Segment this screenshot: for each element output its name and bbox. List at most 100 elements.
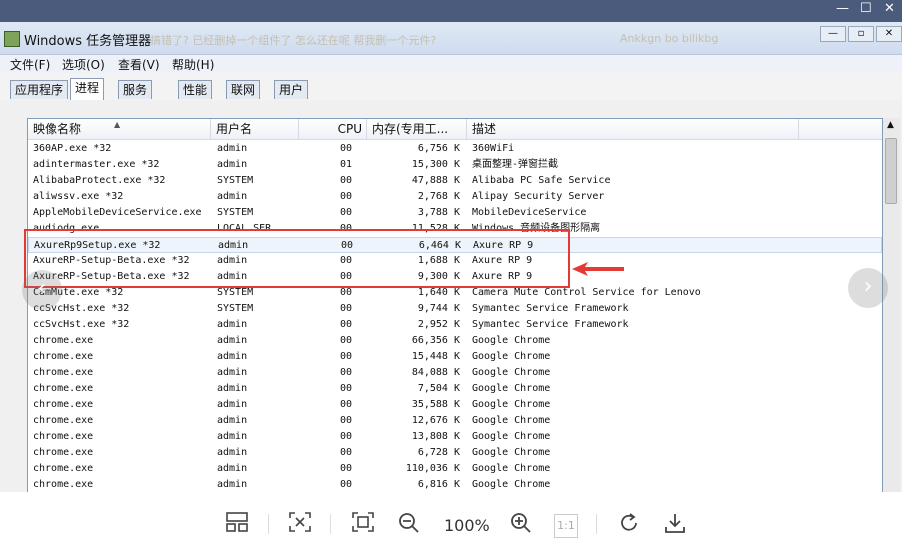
process-cpu: 00 bbox=[339, 415, 352, 426]
process-image-name: chrome.exe bbox=[33, 399, 94, 410]
toolbar-divider bbox=[330, 514, 331, 534]
thumbnails-icon[interactable] bbox=[224, 512, 250, 538]
close-button[interactable]: ✕ bbox=[876, 26, 902, 42]
maximize-button[interactable]: ▫ bbox=[848, 26, 874, 42]
process-user-name: admin bbox=[217, 159, 248, 170]
menu-options[interactable]: 选项(O) bbox=[62, 56, 105, 73]
process-user-name: admin bbox=[217, 351, 248, 362]
tab-processes[interactable]: 进程 bbox=[70, 78, 105, 100]
process-cpu: 00 bbox=[339, 479, 352, 490]
list-header: 映像名称 ▲ 用户名 CPU 内存(专用工... 描述 bbox=[28, 119, 882, 140]
process-row[interactable]: chrome.exe admin 00 7,504 K Google Chrome bbox=[28, 381, 882, 397]
minimize-button[interactable]: — bbox=[820, 26, 846, 42]
col-image-name[interactable]: 映像名称 ▲ bbox=[28, 119, 211, 139]
sort-ascending-icon: ▲ bbox=[114, 120, 121, 129]
col-cpu[interactable]: CPU bbox=[299, 119, 367, 139]
col-memory[interactable]: 内存(专用工... bbox=[367, 119, 467, 139]
process-cpu: 00 bbox=[339, 463, 352, 474]
overlay-notice-right: Ankkgn bo bilikbg bbox=[620, 32, 719, 45]
tab-applications[interactable]: 应用程序 bbox=[10, 80, 69, 99]
scroll-up-icon[interactable]: ▲ bbox=[887, 120, 894, 130]
process-row[interactable]: aliwssv.exe *32 admin 00 2,768 K Alipay Secu… bbox=[28, 189, 882, 205]
process-description: Google Chrome bbox=[472, 399, 551, 410]
process-user-name: admin bbox=[217, 431, 248, 442]
left-arrow-icon bbox=[572, 262, 624, 276]
process-cpu: 00 bbox=[339, 351, 352, 362]
process-memory: 66,356 K bbox=[411, 335, 460, 346]
process-row[interactable]: chrome.exe admin 00 12,676 K Google Chrome bbox=[28, 413, 882, 429]
menu-help[interactable]: 帮助(H) bbox=[172, 56, 214, 73]
process-cpu: 00 bbox=[339, 447, 352, 458]
process-row[interactable]: chrome.exe admin 00 66,356 K Google Chrome bbox=[28, 333, 882, 349]
process-row[interactable]: ccSvcHst.exe *32 admin 00 2,952 K Symantec S… bbox=[28, 317, 882, 333]
tab-services[interactable]: 服务 bbox=[118, 80, 153, 99]
actual-size-button[interactable]: 1:1 bbox=[554, 514, 578, 538]
fullscreen-icon[interactable] bbox=[350, 512, 376, 538]
process-row[interactable]: chrome.exe admin 00 6,728 K Google Chrome bbox=[28, 445, 882, 461]
process-row[interactable]: AlibabaProtect.exe *32 SYSTEM 00 47,888 K Al… bbox=[28, 173, 882, 189]
process-row[interactable]: chrome.exe admin 00 15,448 K Google Chrome bbox=[28, 349, 882, 365]
zoom-in-icon[interactable] bbox=[508, 512, 534, 538]
col-user-name[interactable]: 用户名 bbox=[211, 119, 299, 139]
process-row[interactable]: chrome.exe admin 00 35,588 K Google Chrome bbox=[28, 397, 882, 413]
vertical-scrollbar[interactable]: ▲ bbox=[883, 118, 900, 492]
process-user-name: SYSTEM bbox=[217, 207, 254, 218]
process-description: Google Chrome bbox=[472, 335, 551, 346]
toolbar-divider bbox=[596, 514, 597, 534]
maximize-viewer-icon[interactable]: ☐ bbox=[860, 0, 872, 18]
process-memory: 15,300 K bbox=[411, 159, 460, 170]
tab-users[interactable]: 用户 bbox=[274, 80, 309, 99]
close-viewer-icon[interactable]: ✕ bbox=[884, 0, 895, 18]
process-memory: 47,888 K bbox=[411, 175, 460, 186]
col-description[interactable]: 描述 bbox=[467, 119, 799, 139]
process-memory: 2,952 K bbox=[417, 319, 460, 330]
process-description: Google Chrome bbox=[472, 447, 551, 458]
scrollbar-thumb[interactable] bbox=[885, 138, 897, 204]
process-memory: 6,816 K bbox=[417, 479, 460, 490]
process-row[interactable]: chrome.exe admin 00 110,036 K Google Chrome bbox=[28, 461, 882, 477]
zoom-out-icon[interactable] bbox=[396, 512, 422, 538]
process-image-name: 360AP.exe *32 bbox=[33, 143, 112, 154]
process-list[interactable]: 映像名称 ▲ 用户名 CPU 内存(专用工... 描述 360AP.exe *32… bbox=[27, 118, 883, 494]
process-memory: 3,788 K bbox=[417, 207, 460, 218]
process-cpu: 00 bbox=[339, 319, 352, 330]
process-image-name: chrome.exe bbox=[33, 447, 94, 458]
process-image-name: aliwssv.exe *32 bbox=[33, 191, 124, 202]
process-image-name: chrome.exe bbox=[33, 367, 94, 378]
process-row[interactable]: AppleMobileDeviceService.exe SYSTEM 00 3,78… bbox=[28, 205, 882, 221]
process-row[interactable]: chrome.exe admin 00 6,816 K Google Chrome bbox=[28, 477, 882, 493]
process-user-name: admin bbox=[217, 415, 248, 426]
process-memory: 110,036 K bbox=[405, 463, 460, 474]
process-image-name: chrome.exe bbox=[33, 335, 94, 346]
process-row[interactable]: chrome.exe admin 00 84,088 K Google Chrome bbox=[28, 365, 882, 381]
process-image-name: ccSvcHst.exe *32 bbox=[33, 319, 130, 330]
process-memory: 13,808 K bbox=[411, 431, 460, 442]
process-user-name: admin bbox=[217, 383, 248, 394]
fit-window-icon[interactable] bbox=[287, 512, 313, 538]
process-user-name: SYSTEM bbox=[217, 175, 254, 186]
process-image-name: chrome.exe bbox=[33, 431, 94, 442]
tab-networking[interactable]: 联网 bbox=[226, 80, 261, 99]
process-description: Alipay Security Server bbox=[472, 191, 605, 202]
process-row[interactable]: 360AP.exe *32 admin 00 6,756 K 360WiFi bbox=[28, 141, 882, 157]
menu-view[interactable]: 查看(V) bbox=[118, 56, 160, 73]
process-description: Google Chrome bbox=[472, 479, 551, 490]
process-user-name: admin bbox=[217, 143, 248, 154]
tab-performance[interactable]: 性能 bbox=[178, 80, 213, 99]
process-row[interactable]: ccSvcHst.exe *32 SYSTEM 00 9,744 K Symantec … bbox=[28, 301, 882, 317]
download-icon[interactable] bbox=[662, 512, 688, 538]
process-row[interactable]: chrome.exe admin 00 13,808 K Google Chrome bbox=[28, 429, 882, 445]
process-row[interactable]: adintermaster.exe *32 admin 01 15,300 K 桌面整理… bbox=[28, 157, 882, 173]
minimize-viewer-icon[interactable]: — bbox=[836, 0, 849, 18]
task-manager-icon bbox=[4, 31, 20, 47]
process-memory: 15,448 K bbox=[411, 351, 460, 362]
menu-file[interactable]: 文件(F) bbox=[10, 56, 50, 73]
process-image-name: chrome.exe bbox=[33, 383, 94, 394]
next-image-button[interactable]: › bbox=[848, 268, 888, 308]
process-image-name: AppleMobileDeviceService.exe bbox=[33, 207, 202, 218]
col-image-name-label: 映像名称 bbox=[33, 122, 82, 136]
process-image-name: chrome.exe bbox=[33, 415, 94, 426]
previous-image-button[interactable]: ‹ bbox=[22, 270, 62, 310]
process-user-name: admin bbox=[217, 479, 248, 490]
rotate-icon[interactable] bbox=[616, 512, 642, 538]
